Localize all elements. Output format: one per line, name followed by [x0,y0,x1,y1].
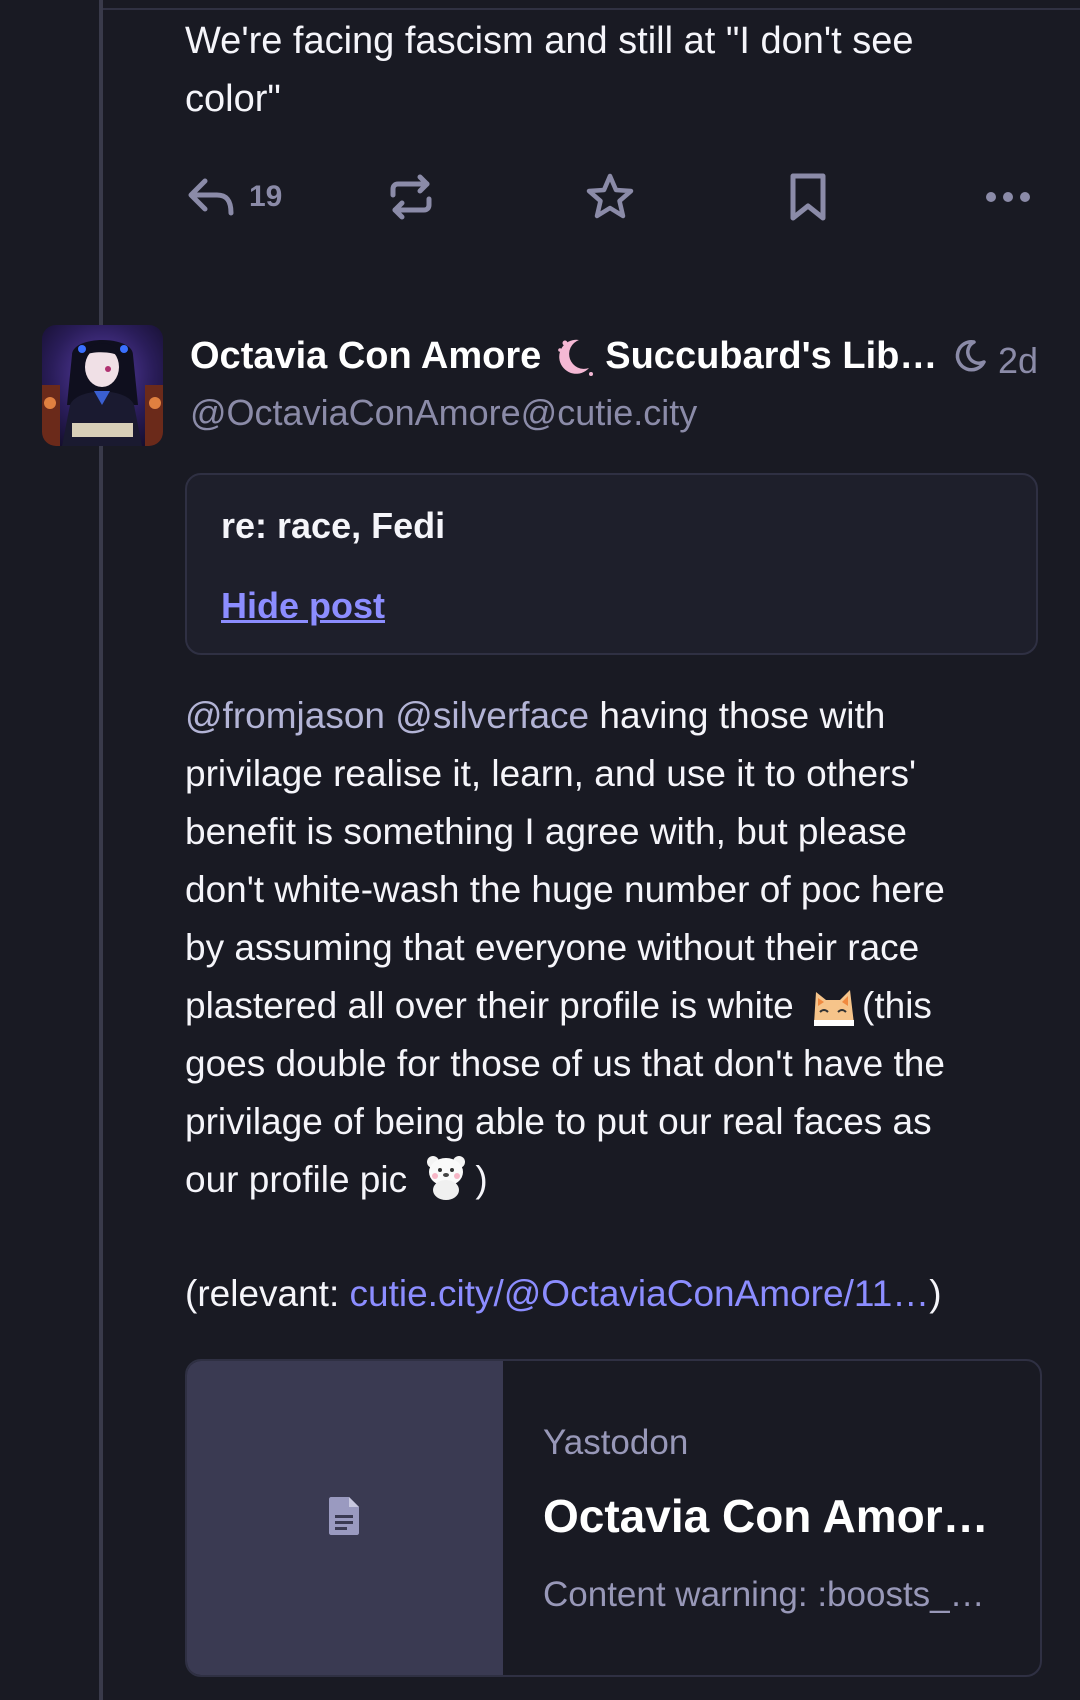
card-thumbnail [187,1361,503,1675]
post-line: @fromjason @silverface having those with [185,687,1035,745]
bookmark-button[interactable] [788,163,828,231]
card-title: Octavia Con Amor… [543,1490,989,1542]
reply-button[interactable]: 19 [185,163,282,231]
more-icon [985,190,1031,204]
card-description: Content warning: :boosts_… [543,1575,985,1614]
reply-count: 19 [249,180,283,213]
post-text: (this [862,985,932,1026]
post-line: goes double for those of us that don't h… [185,1043,945,1084]
favourite-button[interactable] [585,163,635,231]
timeline: We're facing fascism and still at "I don… [0,0,1080,1700]
post-line: our profile pic ) [185,1151,1035,1209]
document-icon [327,1495,363,1542]
hide-post-button[interactable]: Hide post [221,585,385,627]
content-warning: re: race, Fedi Hide post [185,473,1038,655]
post-text: our profile pic [185,1159,418,1200]
divider [103,8,1080,10]
post-line: don't white-wash the huge number of poc … [185,869,945,910]
more-button[interactable] [985,163,1031,231]
previous-post-text: We're facing fascism and still at "I don… [185,12,1025,128]
moon-emoji [551,334,595,378]
boost-button[interactable] [387,163,435,231]
post-text: (relevant: [185,1273,350,1314]
moon-icon [952,338,988,383]
thread-line [99,0,103,1700]
mention-link[interactable]: @silverface [395,695,589,736]
post-text: ) [475,1159,488,1200]
post-content: @fromjason @silverface having those with… [185,687,1035,1209]
post-line: by assuming that everyone without their … [185,927,920,968]
boost-icon [387,173,435,221]
cat-emoji [808,982,858,1026]
post-text: plastered all over their profile is whit… [185,985,805,1026]
post-line: privilage of being able to put our real … [185,1101,932,1142]
card-provider: Yastodon [543,1423,689,1462]
account-handle[interactable]: @OctaviaConAmore@cutie.city [190,392,697,434]
post-line: benefit is something I agree with, but p… [185,811,907,852]
post-line: privilage realise it, learn, and use it … [185,753,917,794]
content-warning-title: re: race, Fedi [221,505,446,546]
reply-icon [185,175,237,219]
relevant-line: (relevant: cutie.city/@OctaviaConAmore/1… [185,1265,1035,1323]
time-ago: 2d [997,339,1038,381]
post-action-bar: 19 [185,163,1035,231]
previous-post-line: color" [185,78,281,120]
display-name[interactable]: Octavia Con Amore Succubard's Lib… [190,334,937,378]
mention-link[interactable]: @fromjason [185,695,385,736]
previous-post-line: We're facing fascism and still at "I don… [185,20,914,62]
bookmark-icon [788,172,828,222]
star-icon [585,172,635,222]
post-text: having those with [589,695,886,736]
link-preview-card[interactable]: Yastodon Octavia Con Amor… Content warni… [185,1359,1042,1677]
relevant-link[interactable]: cutie.city/@OctaviaConAmore/11… [350,1273,930,1314]
bear-emoji [421,1152,471,1200]
post-text: ) [929,1273,942,1314]
post-timestamp[interactable]: 2d [952,338,1038,383]
display-name-suffix: Succubard's Lib… [605,334,938,377]
display-name-text: Octavia Con Amore [190,334,542,377]
post-line: plastered all over their profile is whit… [185,977,1035,1035]
avatar[interactable] [42,325,163,446]
